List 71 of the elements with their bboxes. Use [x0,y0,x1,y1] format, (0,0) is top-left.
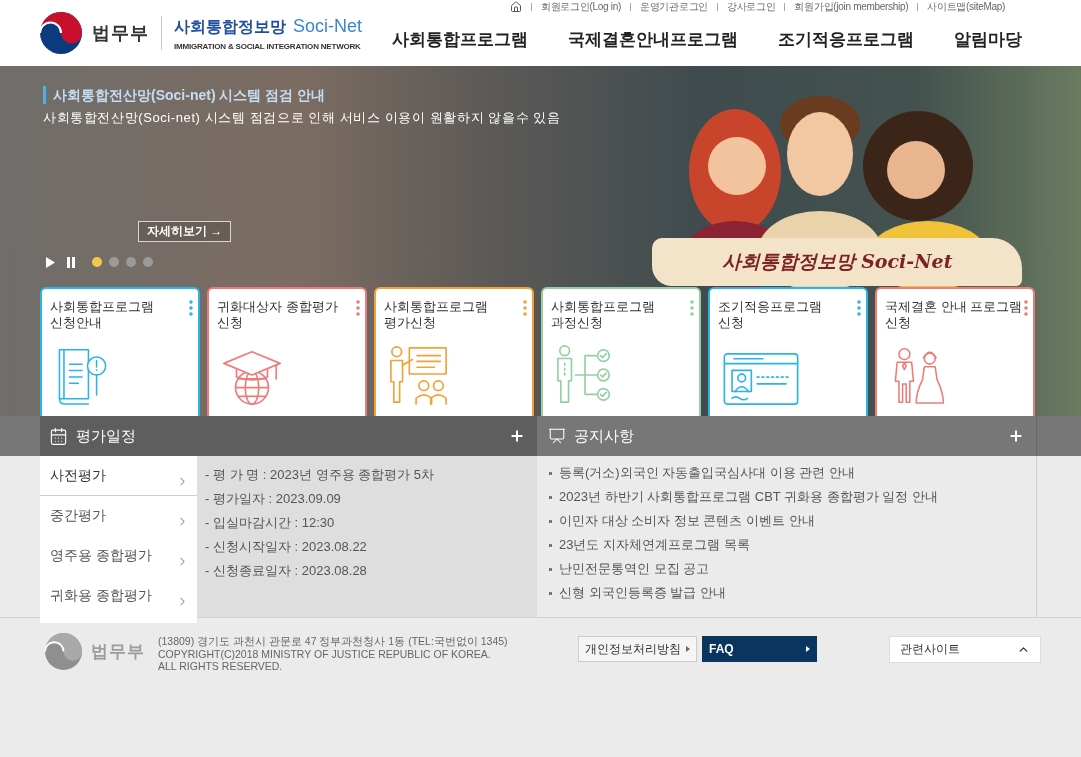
program-card[interactable]: 국제결혼 안내 프로그램 신청 [875,287,1035,416]
pause-icon[interactable] [67,256,75,268]
schedule-detail: - 신청시작일자 : 2023.08.22 [205,538,368,556]
square-bullet-icon [549,591,552,595]
plus-icon[interactable] [509,428,525,444]
address-text: (13809) 경기도 과천시 관문로 47 정부과천청사 1동 (TEL:국번없이 1345) [158,635,509,648]
slide-dot-icon[interactable] [126,257,136,267]
site-subtitle: IMMIGRATION & SOCIAL INTEGRATION NETWORK [174,41,362,51]
play-icon[interactable] [46,256,55,268]
dots-icon [690,300,694,316]
slide-dot-icon[interactable] [143,257,153,267]
org-name[interactable]: 법무부 [92,21,149,45]
notice-link[interactable]: 2023년 하반기 사회통합프로그램 CBT 귀화용 종합평가 일정 안내 [559,485,938,509]
panel-title: 공지사항 [574,426,635,446]
faq-button[interactable]: FAQ [702,636,817,662]
presentation-board-icon [548,427,566,445]
schedule-detail: - 평 가 명 : 2023년 영주용 종합평가 5차 [205,466,435,484]
more-button[interactable]: 자세히보기 → [138,221,232,242]
program-card[interactable]: 조기적응프로그램 신청 [708,287,868,416]
nav-menu-item[interactable]: 사회통합프로그램 [392,30,528,50]
program-card[interactable]: 귀화대상자 종합평가 신청 [207,287,367,416]
calendar-icon [49,426,68,446]
notice-link[interactable]: 난민전문통역인 모집 공고 [559,557,710,581]
utility-link[interactable]: 강사로그인 [726,0,776,14]
schedule-detail: - 입실마감시간 : 12:30 [205,514,336,532]
home-icon[interactable] [510,0,523,13]
utility-link[interactable]: 회원가입(join membership) [794,0,909,14]
square-bullet-icon [549,543,552,547]
nav-menu-item[interactable]: 국제결혼안내프로그램 [568,30,738,50]
footer-org-name: 법무부 [91,641,145,663]
site-title[interactable]: 사회통합정보망 [174,16,286,38]
dots-icon [1024,300,1028,316]
square-bullet-icon [549,471,552,475]
emblem-icon [40,12,82,54]
nav-menu-item[interactable]: 알림마당 [954,30,1022,50]
banner-text: 사회통합전산망(Soci-net) 시스템 점검으로 인해 서비스 이용이 원활하지 않을수 있음 [43,109,561,127]
slide-dot-icon[interactable] [109,257,119,267]
square-bullet-icon [549,567,552,571]
id-card-icon [722,352,800,406]
utility-link[interactable]: 회원로그인(Log in) [541,0,622,14]
related-sites-select[interactable]: 관련사이트 [889,636,1041,663]
program-card[interactable]: 사회통합프로그램 신청안내 [40,287,200,416]
utility-link[interactable]: 사이트맵(siteMap) [927,0,1005,14]
program-card[interactable]: 사회통합프로그램 과정신청 [541,287,701,416]
notice-link[interactable]: 신형 외국인등록증 발급 안내 [559,581,726,605]
dots-icon [523,300,527,316]
schedule-detail: - 평가일자 : 2023.09.09 [205,490,342,508]
dots-icon [189,300,193,316]
program-card[interactable]: 사회통합프로그램 평가신청 [374,287,534,416]
square-bullet-icon [549,495,552,499]
notice-link[interactable]: 23년도 지자체연계프로그램 목록 [559,533,750,557]
notice-link[interactable]: 등록(거소)외국인 자동출입국심사대 이용 관련 안내 [559,461,856,485]
notice-link[interactable]: 이민자 대상 소비자 정보 콘텐츠 이벤트 안내 [559,509,815,533]
square-bullet-icon [549,519,552,523]
brand-name[interactable]: Soci-Net [293,15,363,37]
dots-icon [356,300,360,316]
teacher-board-icon [388,344,450,406]
emblem-icon [45,633,82,670]
copyright-text: COPYRIGHT(C)2018 MINISTRY OF JUSTICE REPUBLIC OF KOREA. ALL RIGHTS RESERVED. [158,647,492,673]
schedule-detail: - 신청종료일자 : 2023.08.28 [205,562,368,580]
slide-dot-icon[interactable] [92,257,102,267]
nav-menu-item[interactable]: 조기적응프로그램 [778,30,914,50]
caret-right-icon [686,646,690,652]
illustration-caption: 사회통합정보망 Soci-Net [721,249,953,274]
policy-button[interactable]: 개인정보처리방침 [578,636,697,662]
banner-title: 사회통합전산망(Soci-net) 시스템 점검 안내 [43,86,326,104]
plus-icon[interactable] [1008,428,1024,444]
utility-link[interactable]: 운영기관로그인 [640,0,708,14]
caret-right-icon [806,646,810,652]
panel-title: 평가일정 [76,426,137,446]
dots-icon [857,300,861,316]
